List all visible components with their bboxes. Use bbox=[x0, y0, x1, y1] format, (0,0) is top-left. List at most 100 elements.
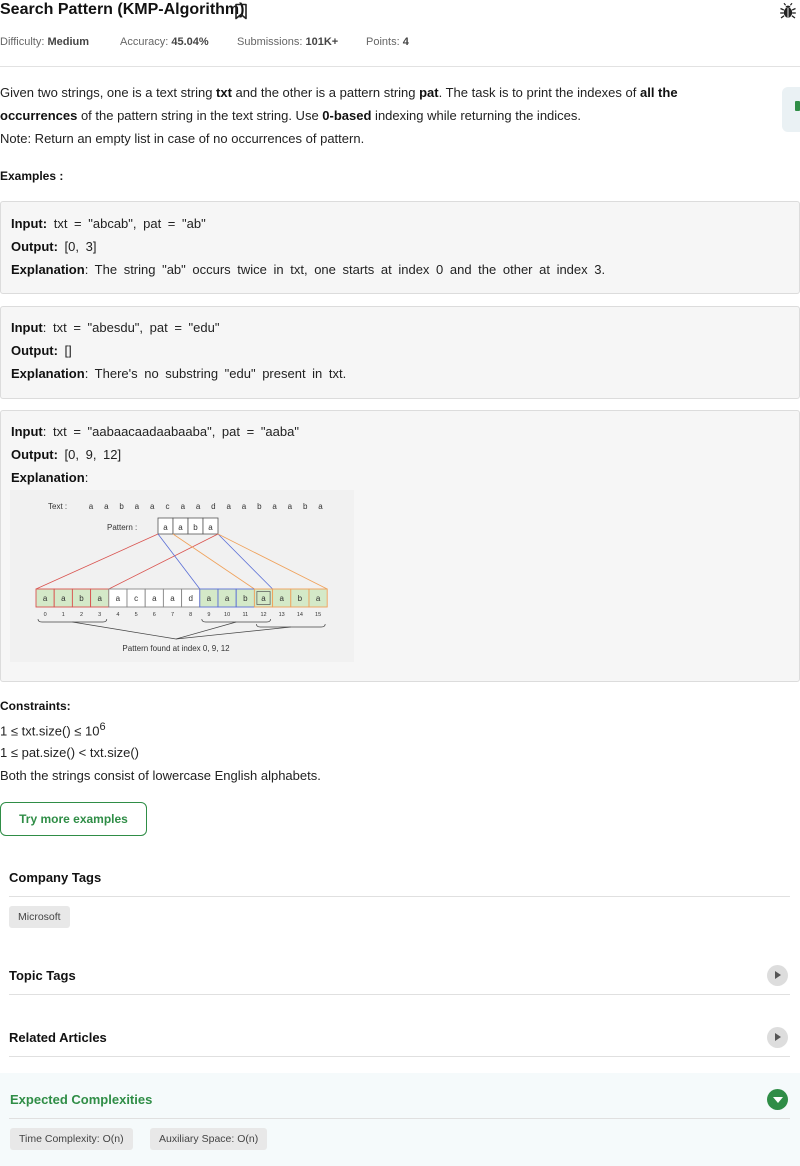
topic-tags-title[interactable]: Topic Tags bbox=[9, 968, 76, 983]
example-explanation: Explanation: bbox=[11, 470, 89, 485]
chevron-right-icon[interactable] bbox=[767, 1027, 788, 1048]
points-value: 4 bbox=[402, 36, 409, 48]
diagram-text-char: a bbox=[242, 502, 247, 511]
diagram-text-char: a bbox=[181, 502, 186, 511]
description-line-1: Given two strings, one is a text string … bbox=[0, 85, 678, 100]
diagram-index: 7 bbox=[171, 612, 174, 618]
diagram-cell-char: a bbox=[43, 594, 48, 603]
diagram-text-char: a bbox=[104, 502, 109, 511]
company-tags-title[interactable]: Company Tags bbox=[9, 870, 101, 885]
accuracy-value: 45.04% bbox=[171, 36, 209, 48]
diagram-connector-line bbox=[35, 533, 159, 590]
diagram-index: 3 bbox=[98, 612, 101, 618]
accuracy: Accuracy: 45.04% bbox=[120, 36, 209, 48]
diagram-text-char: a bbox=[150, 502, 155, 511]
diagram-connector-line bbox=[108, 533, 219, 590]
description-note: Note: Return an empty list in case of no… bbox=[0, 131, 365, 146]
diagram-text-char: d bbox=[211, 502, 215, 511]
difficulty-label: Difficulty: bbox=[0, 36, 45, 48]
diagram-cell-char: a bbox=[152, 594, 157, 603]
diagram-brace bbox=[256, 623, 326, 628]
diagram-index: 9 bbox=[207, 612, 210, 618]
diagram-pattern-char: a bbox=[208, 523, 213, 532]
example-input: Input: txt = "aabaacaadaabaaba", pat = "… bbox=[11, 424, 299, 439]
page-title: Search Pattern (KMP-Algorithm) bbox=[0, 1, 245, 18]
example-box: Input: txt = "abcab", pat = "ab" Output:… bbox=[0, 201, 800, 294]
diagram-pattern-char: b bbox=[193, 523, 198, 532]
diagram-text-char: c bbox=[166, 502, 170, 511]
description-line-2: occurrences of the pattern string in the… bbox=[0, 108, 582, 123]
expected-complexities-panel bbox=[0, 1073, 800, 1166]
chevron-down-icon[interactable] bbox=[767, 1089, 788, 1110]
diagram-cell-char: a bbox=[279, 594, 284, 603]
example-explanation: Explanation: There's no substring "edu" … bbox=[11, 366, 347, 381]
diagram-cell-char: b bbox=[298, 594, 303, 603]
divider bbox=[9, 1056, 790, 1057]
diagram-cell-char: c bbox=[134, 594, 138, 603]
example-output: Output: [] bbox=[11, 343, 72, 358]
kmp-diagram-svg: Text : a a b a a c a a d a a b a a b a Pattern : a a b a a 0 a 1 b… bbox=[35, 502, 328, 653]
diagram-text-char: b bbox=[257, 502, 262, 511]
accuracy-label: Accuracy: bbox=[120, 36, 169, 48]
example-input: Input: txt = "abesdu", pat = "edu" bbox=[11, 320, 220, 335]
diagram-index: 4 bbox=[116, 612, 119, 618]
difficulty-value: Medium bbox=[47, 36, 90, 48]
time-complexity-chip: Time Complexity: O(n) bbox=[10, 1128, 133, 1150]
diagram-brace bbox=[37, 618, 108, 623]
diagram-pattern-char: a bbox=[163, 523, 168, 532]
diagram-index: 8 bbox=[189, 612, 192, 618]
diagram-text-char: a bbox=[196, 502, 201, 511]
diagram-cell-char: a bbox=[97, 594, 102, 603]
header: Search Pattern (KMP-Algorithm) bbox=[0, 0, 800, 24]
diagram-cell-char: a bbox=[261, 594, 266, 603]
divider bbox=[9, 994, 790, 995]
diagram-cell-char: a bbox=[207, 594, 212, 603]
diagram-index: 10 bbox=[224, 612, 230, 618]
diagram-brace-connector bbox=[175, 626, 291, 640]
divider bbox=[9, 1118, 790, 1119]
diagram-text-char: b bbox=[303, 502, 308, 511]
constraints-heading: Constraints: bbox=[0, 699, 71, 713]
diagram-index: 6 bbox=[153, 612, 156, 618]
diagram-connector-line bbox=[217, 533, 328, 590]
bug-icon[interactable] bbox=[779, 2, 797, 20]
diagram-index: 12 bbox=[260, 612, 266, 618]
diagram-connector-line bbox=[217, 533, 273, 590]
points-label: Points: bbox=[366, 36, 400, 48]
diagram-index: 15 bbox=[315, 612, 321, 618]
diagram-index: 5 bbox=[135, 612, 138, 618]
diagram-text-char: a bbox=[288, 502, 293, 511]
diagram-text-char: a bbox=[135, 502, 140, 511]
diagram-index: 2 bbox=[80, 612, 83, 618]
diagram-index: 14 bbox=[297, 612, 303, 618]
diagram-cell-char: a bbox=[61, 594, 66, 603]
diagram-text-char: b bbox=[119, 502, 124, 511]
diagram-brace-connector bbox=[175, 621, 237, 640]
diagram-text-label: Text : bbox=[48, 502, 67, 511]
diagram-brace-connector bbox=[72, 621, 177, 640]
diagram-cell-char: b bbox=[79, 594, 84, 603]
divider bbox=[9, 896, 790, 897]
divider bbox=[0, 66, 800, 67]
constraint-pat-size: 1 ≤ pat.size() < txt.size() bbox=[0, 745, 139, 760]
try-more-examples-button[interactable]: Try more examples bbox=[0, 802, 147, 836]
diagram-index: 11 bbox=[242, 612, 248, 618]
diagram-text-char: a bbox=[318, 502, 323, 511]
diagram-pattern-char: a bbox=[178, 523, 183, 532]
diagram-text-char: a bbox=[272, 502, 277, 511]
diagram-index: 13 bbox=[279, 612, 285, 618]
diagram-text-char: a bbox=[226, 502, 231, 511]
example-output: Output: [0, 3] bbox=[11, 239, 97, 254]
company-tag-chip[interactable]: Microsoft bbox=[9, 906, 70, 928]
chevron-right-icon[interactable] bbox=[767, 965, 788, 986]
example-output: Output: [0, 9, 12] bbox=[11, 447, 122, 462]
side-panel-tab[interactable] bbox=[782, 87, 800, 132]
constraint-alphabet: Both the strings consist of lowercase En… bbox=[0, 768, 321, 783]
diagram-cell-char: b bbox=[243, 594, 248, 603]
diagram-index: 1 bbox=[62, 612, 65, 618]
related-articles-title[interactable]: Related Articles bbox=[9, 1030, 107, 1045]
submissions-value: 101K+ bbox=[305, 36, 339, 48]
example-box: Input: txt = "abesdu", pat = "edu" Outpu… bbox=[0, 306, 800, 399]
expected-complexities-title[interactable]: Expected Complexities bbox=[10, 1092, 152, 1107]
bookmark-icon[interactable] bbox=[234, 3, 248, 20]
